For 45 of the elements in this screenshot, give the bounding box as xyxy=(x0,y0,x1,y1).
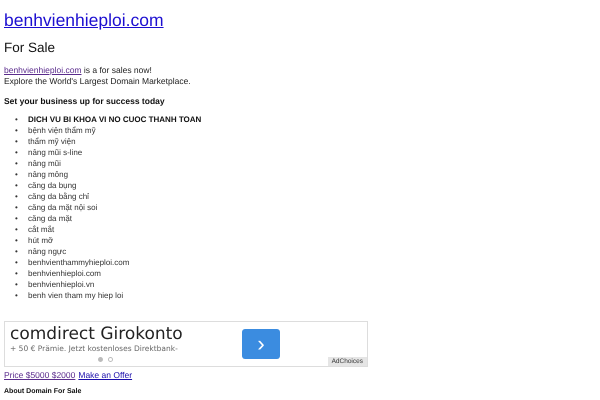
list-bullet: • xyxy=(15,125,19,136)
intro-text: is a for sales now! xyxy=(82,65,152,75)
tagline: Set your business up for success today xyxy=(4,96,166,106)
intro-text: Explore the World's Largest Domain Marketplace. xyxy=(4,76,192,87)
keyword-item: benhvienhieploi.com xyxy=(28,268,101,279)
keyword-item: thẩm mỹ viện xyxy=(28,136,76,147)
list-bullet: • xyxy=(15,235,19,246)
list-bullet: • xyxy=(15,257,19,268)
keyword-item: benh vien tham my hiep loi xyxy=(28,290,124,301)
list-bullet: • xyxy=(15,147,19,158)
price-link[interactable]: Price $5000 $2000 xyxy=(4,370,76,380)
keyword-item: benhvienhieploi.vn xyxy=(28,279,94,290)
carousel-dot[interactable] xyxy=(98,357,103,362)
list-bullet: • xyxy=(15,114,19,125)
keyword-item: cắt mắt xyxy=(28,224,54,235)
keyword-item: benhvienthammyhieploi.com xyxy=(28,257,130,268)
keyword-item: căng da mặt nội soi xyxy=(28,202,98,213)
list-bullet: • xyxy=(15,180,19,191)
domain-link[interactable]: benhvienhieploi.com xyxy=(4,65,82,75)
list-bullet: • xyxy=(15,158,19,169)
keyword-item: hút mỡ xyxy=(28,235,54,246)
domain-link[interactable]: benhvienhieploi.com xyxy=(4,10,164,30)
keyword-item: căng da bụng xyxy=(28,180,76,191)
list-bullet: • xyxy=(15,169,19,180)
list-bullet: • xyxy=(15,136,19,147)
list-bullet: • xyxy=(15,246,19,257)
keyword-item: nâng mũi xyxy=(28,158,61,169)
list-bullet: • xyxy=(15,290,19,301)
list-bullet: • xyxy=(15,191,19,202)
keyword-item: nâng ngực xyxy=(28,246,66,257)
keyword-item: căng da bằng chỉ xyxy=(28,191,89,202)
carousel-dot[interactable] xyxy=(108,357,113,362)
keyword-item: nâng mũi s-line xyxy=(28,147,82,158)
list-bullet: • xyxy=(15,268,19,279)
keyword-item: DICH VU BI KHOA VI NO CUOC THANH TOAN xyxy=(28,114,202,125)
keyword-item: căng da mặt xyxy=(28,213,72,224)
keyword-item: bệnh viện thẩm mỹ xyxy=(28,125,96,136)
list-bullet: • xyxy=(15,202,19,213)
list-bullet: • xyxy=(15,213,19,224)
list-bullet: • xyxy=(15,224,19,235)
keyword-item: nâng mông xyxy=(28,169,68,180)
for-sale-heading: For Sale xyxy=(4,40,56,55)
ad-title: comdirect Girokonto xyxy=(10,324,184,344)
list-bullet: • xyxy=(15,279,19,290)
offer-link[interactable]: Make an Offer xyxy=(78,370,132,380)
